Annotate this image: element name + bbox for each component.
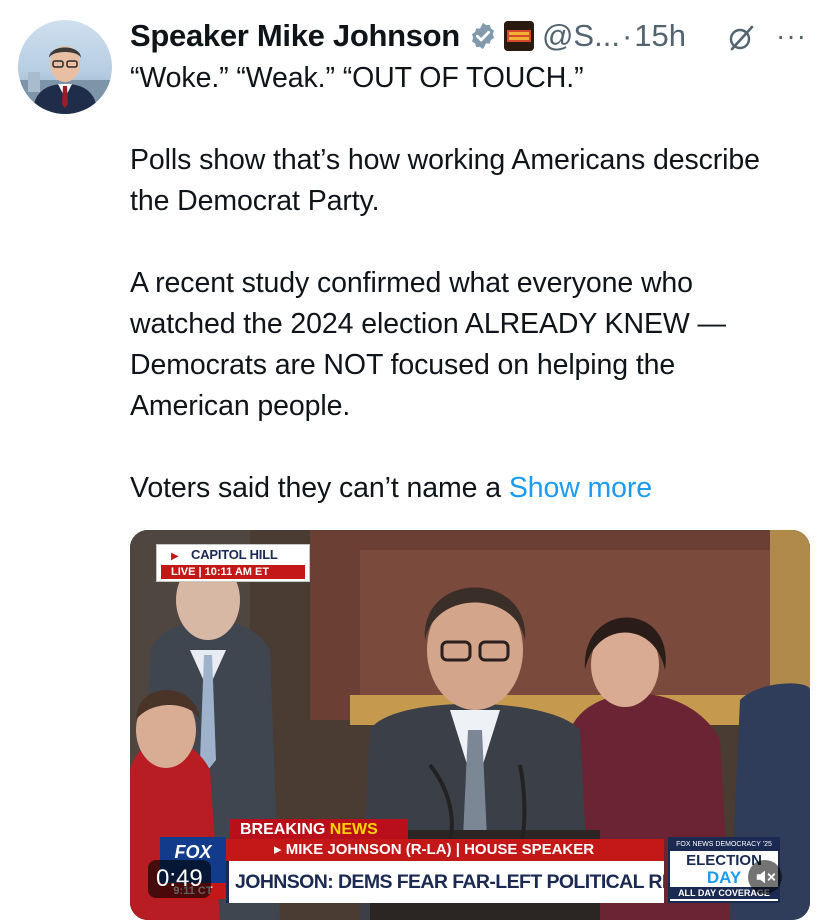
live-time: 10:11 AM ET — [204, 566, 270, 578]
location-label: CAPITOL HILL — [191, 547, 278, 562]
tweet-body: “Woke.” “Weak.” “OUT OF TOUCH.” Polls sh… — [130, 58, 800, 509]
affiliate-badge-icon[interactable] — [503, 21, 534, 51]
show-more-link[interactable]: Show more — [509, 472, 652, 504]
live-label: LIVE — [171, 566, 196, 578]
video-player[interactable]: ▶ CAPITOL HILL LIVE | 10:11 AM ET FOX 9:… — [130, 530, 810, 920]
separator: · — [621, 18, 633, 53]
news-text: NEWS — [329, 821, 378, 838]
grok-icon[interactable] — [726, 21, 756, 51]
tweet-header: Speaker Mike Johnson @S... · 15h ··· — [130, 14, 820, 58]
avatar-portrait — [18, 46, 112, 114]
network-name: FOX — [174, 842, 212, 862]
tweet-text: “Woke.” “Weak.” “OUT OF TOUCH.” Polls sh… — [130, 62, 760, 504]
handle[interactable]: @S... — [542, 14, 620, 58]
arrow-icon: ▶ — [171, 551, 179, 562]
election-top: FOX NEWS DEMOCRACY '25 — [670, 839, 778, 851]
timestamp[interactable]: 15h — [634, 14, 686, 58]
video-duration: 0:49 — [148, 860, 211, 898]
mute-icon[interactable] — [748, 860, 782, 894]
avatar[interactable] — [18, 20, 112, 114]
live-bar: LIVE | 10:11 AM ET — [161, 565, 305, 579]
breaking-news-label: BREAKING NEWS — [230, 819, 408, 841]
headline-chyron: JOHNSON: DEMS FEAR FAR-LEFT POLITICAL RE… — [226, 861, 664, 903]
display-name[interactable]: Speaker Mike Johnson — [130, 14, 460, 58]
verified-badge-icon[interactable] — [468, 21, 498, 51]
breaking-text: BREAKING — [240, 821, 326, 838]
speaker-text: MIKE JOHNSON (R-LA) | HOUSE SPEAKER — [285, 841, 595, 858]
live-location-tag: ▶ CAPITOL HILL LIVE | 10:11 AM ET — [156, 544, 310, 582]
speaker-chyron: ▸ MIKE JOHNSON (R-LA) | HOUSE SPEAKER — [226, 839, 664, 861]
more-icon[interactable]: ··· — [776, 14, 807, 58]
